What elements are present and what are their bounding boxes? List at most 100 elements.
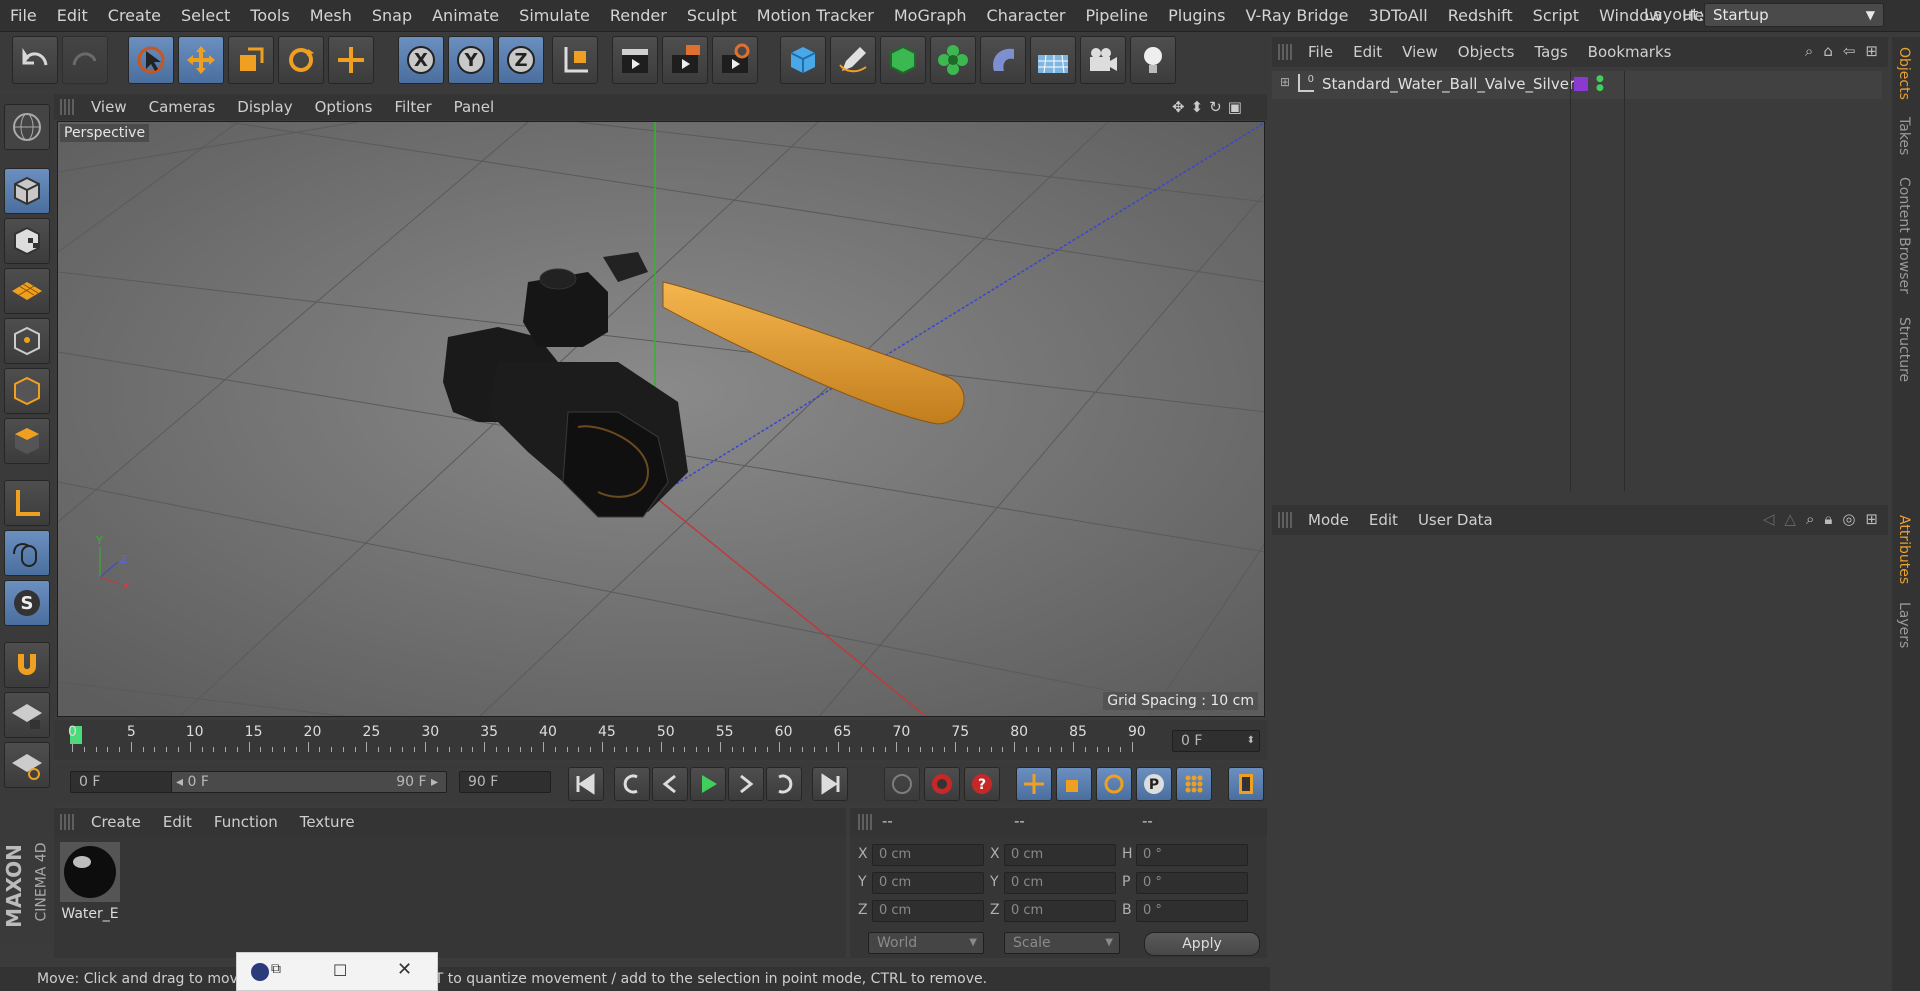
objects-menu-bookmarks[interactable]: Bookmarks [1578, 43, 1682, 61]
coordinate-system-dropdown[interactable]: World ▼ [868, 932, 984, 954]
layout-dropdown[interactable]: Startup ▼ [1704, 3, 1884, 27]
polygons-mode-button[interactable] [4, 418, 50, 464]
planar-workplane-button[interactable] [4, 742, 50, 788]
viewport-rotate-icon[interactable]: ↻ [1209, 98, 1222, 116]
material-menu-function[interactable]: Function [203, 813, 289, 831]
objects-menu-file[interactable]: File [1298, 43, 1343, 61]
material-swatch[interactable]: Water_E [60, 842, 120, 922]
objects-menu-objects[interactable]: Objects [1448, 43, 1525, 61]
new-panel-icon[interactable]: ⊞ [1865, 42, 1878, 60]
coord-value-field[interactable]: 0 cm [1004, 900, 1116, 922]
cinema4d-app-icon[interactable] [251, 963, 269, 981]
render-picture-viewer-button[interactable] [662, 36, 708, 84]
objects-menu-tags[interactable]: Tags [1524, 43, 1577, 61]
menu-plugins[interactable]: Plugins [1158, 6, 1235, 25]
lock-icon[interactable]: 🔒︎ [1824, 510, 1832, 528]
scale-tool-button[interactable] [228, 36, 274, 84]
workplane-lock-button[interactable] [4, 692, 50, 738]
material-menu-edit[interactable]: Edit [152, 813, 203, 831]
material-menu-texture[interactable]: Texture [289, 813, 366, 831]
tab-takes[interactable]: Takes [1896, 117, 1912, 155]
viewport-menu-options[interactable]: Options [304, 98, 384, 116]
start-frame-field[interactable]: 0 F [70, 771, 174, 793]
pen-spline-button[interactable] [830, 36, 876, 84]
coord-value-field[interactable]: 0 cm [1004, 844, 1116, 866]
points-mode-button[interactable] [4, 318, 50, 364]
model-mode-button[interactable] [4, 168, 50, 214]
go-to-start-button[interactable] [568, 767, 604, 801]
menu-animate[interactable]: Animate [422, 6, 509, 25]
back-icon[interactable]: ⇦ [1843, 42, 1856, 60]
maxon-logo-button[interactable] [4, 104, 50, 150]
visibility-dots-icon[interactable]: ● ● [1596, 75, 1604, 93]
next-key-button[interactable] [766, 767, 802, 801]
menu-motion-tracker[interactable]: Motion Tracker [747, 6, 884, 25]
key-parameter-button[interactable]: P [1136, 767, 1172, 801]
key-scale-button[interactable] [1056, 767, 1092, 801]
move-tool-button[interactable] [178, 36, 224, 84]
coord-value-field[interactable]: 0 cm [872, 900, 984, 922]
up-arrow-icon[interactable]: △ [1784, 510, 1796, 528]
menu-edit[interactable]: Edit [47, 6, 98, 25]
layer-color-tag[interactable] [1574, 77, 1588, 91]
menu-redshift[interactable]: Redshift [1438, 6, 1523, 25]
end-frame-field[interactable]: 90 F [459, 771, 551, 793]
menu-file[interactable]: File [0, 6, 47, 25]
apply-button[interactable]: Apply [1144, 932, 1260, 956]
attributes-menu-edit[interactable]: Edit [1359, 511, 1408, 529]
tab-structure[interactable]: Structure [1896, 317, 1912, 382]
viewport-menu-filter[interactable]: Filter [383, 98, 442, 116]
next-frame-button[interactable] [728, 767, 764, 801]
deformer-button[interactable] [980, 36, 1026, 84]
viewport-pan-icon[interactable]: ✥ [1172, 98, 1185, 116]
current-frame-field[interactable]: 0 F ⬍ [1172, 730, 1260, 752]
restore-icon[interactable]: ⧉ [271, 961, 281, 977]
close-icon[interactable]: ✕ [397, 959, 412, 980]
perspective-viewport[interactable]: Y Z X Grid Spacing : 10 cm [57, 121, 1265, 717]
new-panel-icon[interactable]: ⊞ [1865, 510, 1878, 528]
floor-object-button[interactable] [1030, 36, 1076, 84]
viewport-maximize-icon[interactable]: ▣ [1228, 98, 1242, 116]
key-rotation-button[interactable] [1096, 767, 1132, 801]
snap-button[interactable] [4, 642, 50, 688]
viewport-menu-cameras[interactable]: Cameras [138, 98, 227, 116]
menu-pipeline[interactable]: Pipeline [1076, 6, 1159, 25]
menu-simulate[interactable]: Simulate [509, 6, 600, 25]
objects-menu-view[interactable]: View [1392, 43, 1448, 61]
y-axis-lock-button[interactable]: Y [448, 36, 494, 84]
cloner-button[interactable] [930, 36, 976, 84]
key-pla-button[interactable] [1176, 767, 1212, 801]
tab-attributes[interactable]: Attributes [1896, 515, 1912, 584]
coord-value-field[interactable]: 0 cm [872, 844, 984, 866]
material-menu-create[interactable]: Create [80, 813, 152, 831]
attributes-menu-mode[interactable]: Mode [1298, 511, 1359, 529]
viewport-menu-view[interactable]: View [80, 98, 138, 116]
menu-select[interactable]: Select [171, 6, 240, 25]
tab-content-browser[interactable]: Content Browser [1896, 177, 1912, 294]
x-axis-lock-button[interactable]: X [398, 36, 444, 84]
maximize-icon[interactable]: ☐ [333, 961, 347, 980]
previous-key-button[interactable] [614, 767, 650, 801]
previous-frame-button[interactable] [652, 767, 688, 801]
timeline-settings-button[interactable] [1228, 767, 1264, 801]
menu-mesh[interactable]: Mesh [300, 6, 362, 25]
viewport-dolly-icon[interactable]: ⬍ [1191, 98, 1204, 116]
coord-value-field[interactable]: 0 ° [1136, 872, 1248, 894]
solo-mode-button[interactable]: S [4, 580, 50, 626]
redo-button[interactable] [62, 36, 108, 84]
menu-create[interactable]: Create [98, 6, 171, 25]
menu-tools[interactable]: Tools [240, 6, 299, 25]
coordinate-system-button[interactable] [552, 36, 598, 84]
viewport-menu-display[interactable]: Display [226, 98, 303, 116]
play-button[interactable] [690, 767, 726, 801]
coord-value-field[interactable]: 0 ° [1136, 844, 1248, 866]
menu-render[interactable]: Render [600, 6, 677, 25]
search-icon[interactable]: ⌕ [1805, 42, 1813, 60]
keyframe-selection-button[interactable]: ? [964, 767, 1000, 801]
axis-mode-button[interactable] [4, 480, 50, 526]
menu-mograph[interactable]: MoGraph [884, 6, 977, 25]
autokeying-button[interactable] [924, 767, 960, 801]
timeline-ruler[interactable]: 0 5 10 15 20 25 30 35 40 45 50 55 60 65 70 75 80 85 90 0 F… [54, 720, 1267, 760]
subdivision-surface-button[interactable] [880, 36, 926, 84]
camera-object-button[interactable] [1080, 36, 1126, 84]
